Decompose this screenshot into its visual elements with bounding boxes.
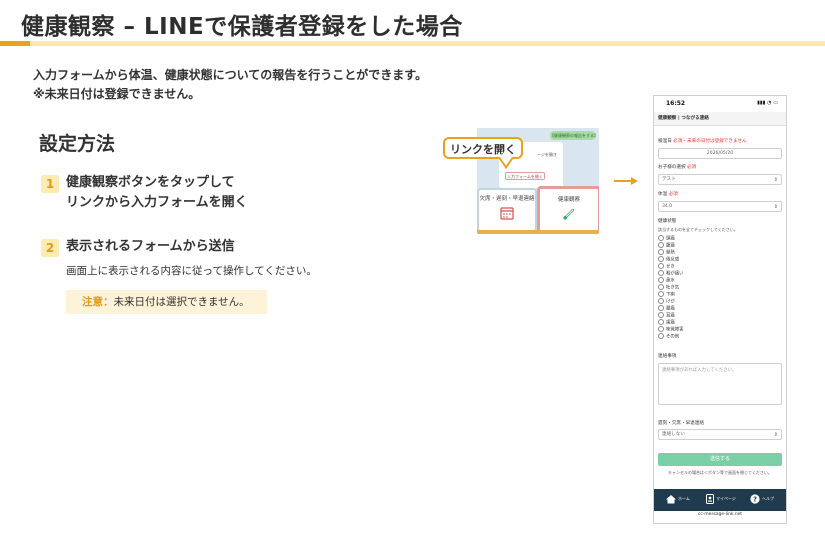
intro-line-2: ※未来日付は登録できません。 (33, 87, 201, 101)
health-check-tile-label: 健康観察 (557, 197, 580, 203)
title-accent-rule (0, 41, 30, 46)
preview-bottom-strip (477, 230, 599, 234)
nav-mypage[interactable]: マイページ (706, 494, 736, 504)
message-card-text: ージを開き (537, 152, 557, 157)
page-title: 健康観察 – LINEで保護者登録をした場合 (21, 14, 463, 40)
temperature-label: 体温 必須 (658, 192, 678, 197)
health-check-tile[interactable]: 健康観察 (537, 186, 599, 234)
phone-form-screenshot: 16:52 ▮▮▮ ◔ ▭ 健康観察 | つながる連絡 検温日 必須・未来の日付… (653, 95, 787, 524)
home-icon (666, 495, 676, 504)
step-1-line-1: 健康観察ボタンをタップして (66, 175, 235, 190)
note-label: 注意： (82, 296, 114, 308)
title-underline-rule (30, 41, 825, 46)
step-1-line-2: リンクから入力フォームを開く (66, 195, 248, 210)
signal-wifi-battery-icon: ▮▮▮ ◔ ▭ (757, 100, 778, 106)
svg-text:?: ? (753, 496, 757, 504)
cancel-hint: キャンセルの場合は＜ボタン等で画面を閉じてください。 (668, 470, 772, 475)
absence-label: 遅刻・欠席・早退連絡 (658, 421, 704, 426)
nav-home[interactable]: ホーム (666, 494, 690, 504)
section-title: 設定方法 (39, 133, 116, 155)
chevron-updown-icon: ⇕ (773, 204, 778, 210)
child-select[interactable]: テスト ⇕ (658, 174, 782, 185)
step-1-text: 健康観察ボタンをタップして リンクから入力フォームを開く (66, 173, 248, 213)
note-box: 注意：未来日付は選択できません。 (66, 290, 267, 314)
title-bar: 健康観察 – LINEで保護者登録をした場合 (0, 0, 825, 46)
child-select-label: お子様の選択 必須 (658, 165, 697, 170)
date-input[interactable]: 2026/05/20 (658, 148, 782, 159)
intro-text: 入力フォームから体温、健康状態についての報告を行うことができます。 ※未来日付は… (33, 66, 427, 104)
form-link[interactable]: 入力フォームを開く (505, 172, 545, 180)
step-1-number: 1 (41, 175, 59, 193)
condition-checkbox[interactable]: その他 (658, 333, 679, 341)
step-2-text: 表示されるフォームから送信 (66, 239, 235, 254)
open-link-callout: リンクを開く (443, 137, 523, 159)
phone-time: 16:52 (666, 100, 686, 107)
thermometer-icon (563, 208, 575, 220)
phone-bottom-nav: ホーム マイページ ? ヘルプ (654, 489, 786, 511)
submit-button[interactable]: 送信する (658, 453, 782, 466)
absence-tile[interactable]: 欠席・遅刻・早退連絡 (477, 188, 537, 232)
notes-label: 連絡事項 (658, 354, 677, 359)
note-text: 未来日付は選択できません。 (113, 296, 250, 308)
condition-hint: 該当するものを全てチェックしてください。 (658, 227, 738, 232)
phone-header: 健康観察 | つながる連絡 (654, 112, 786, 126)
notes-textarea[interactable]: 連絡事項があれば入力してください。 (658, 363, 782, 405)
step-2-description: 画面上に表示される内容に従って操作してください。 (66, 265, 317, 277)
help-icon: ? (750, 494, 760, 504)
phone-status-bar: 16:52 ▮▮▮ ◔ ▭ (654, 96, 786, 112)
arrow-right-icon (614, 177, 638, 185)
absence-select[interactable]: 連絡しない ⇕ (658, 429, 782, 440)
calendar-icon (500, 207, 514, 220)
intro-line-1: 入力フォームから体温、健康状態についての報告を行うことができます。 (33, 68, 428, 82)
step-2-number: 2 (41, 239, 59, 257)
id-card-icon (706, 494, 714, 504)
temperature-select[interactable]: 34.0 ⇕ (658, 201, 782, 212)
nav-help[interactable]: ? ヘルプ (750, 494, 774, 504)
condition-label: 健康状態 (658, 219, 677, 224)
chevron-updown-icon: ⇕ (773, 177, 778, 183)
date-label: 検温日 必須・未来の日付は登録できません (658, 139, 747, 144)
chevron-updown-icon: ⇕ (773, 432, 778, 438)
url-bar: cc-message-link.net (697, 512, 743, 517)
health-report-pill: 【健康観察の報告をする】 (550, 131, 598, 140)
absence-tile-label: 欠席・遅刻・早退連絡 (479, 196, 535, 202)
